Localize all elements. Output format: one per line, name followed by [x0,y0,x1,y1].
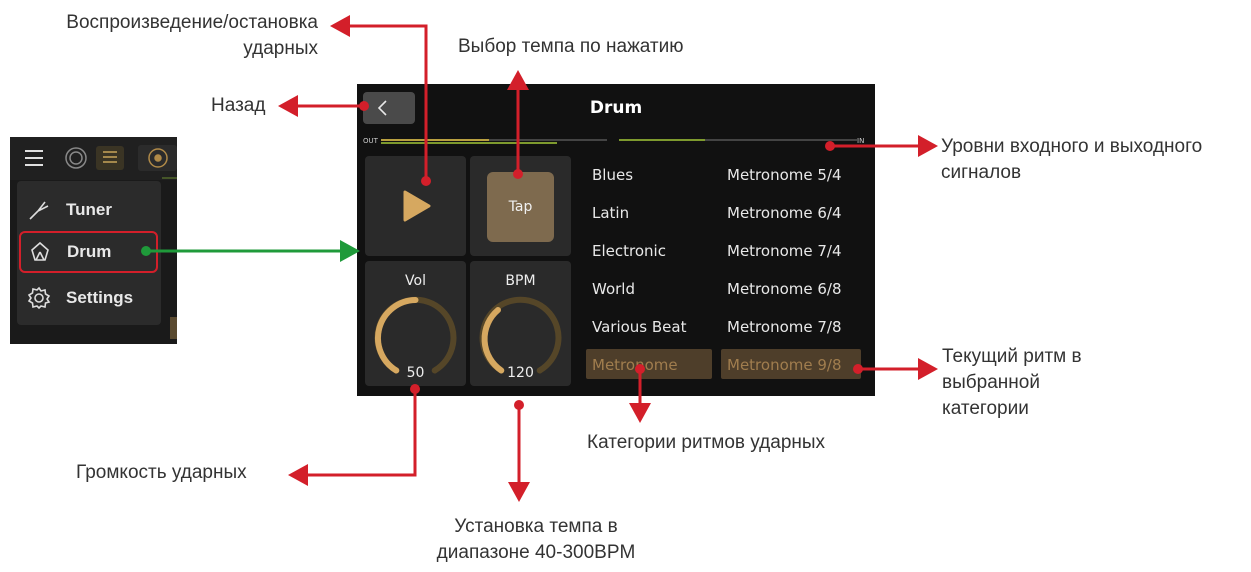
arrowhead-volume [288,464,308,486]
arrowhead-tap [507,70,529,90]
dot-drum-link [141,246,151,256]
dot-tap [513,169,523,179]
dot-play [421,176,431,186]
arrowhead-tempo [508,482,530,502]
arrowhead-levels [918,135,938,157]
arrowhead-play-stop [330,15,350,37]
callout-arrows [141,15,938,502]
arrowhead-drum-link [340,240,360,262]
arrowhead-categories [629,403,651,423]
dot-categories [635,364,645,374]
dot-levels [825,141,835,151]
arrowhead-back [278,95,298,117]
dot-tempo [514,400,524,410]
dot-volume [410,384,420,394]
dot-back [359,101,369,111]
arrowhead-rhythm [918,358,938,380]
arrow-volume-line [306,389,417,477]
dot-rhythm [853,364,863,374]
